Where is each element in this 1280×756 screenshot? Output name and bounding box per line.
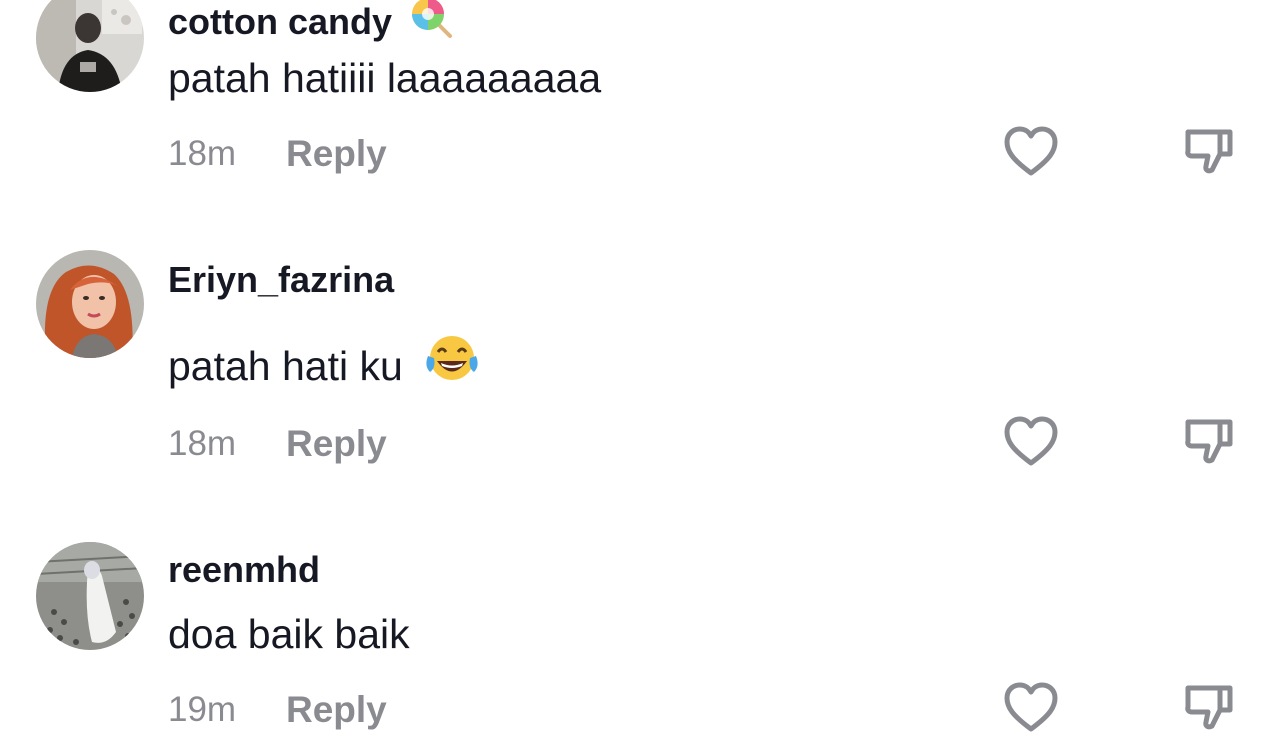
- comment-username[interactable]: Eriyn_fazrina: [168, 260, 394, 300]
- avatar[interactable]: [36, 542, 144, 650]
- tears-of-joy-emoji: [424, 334, 480, 396]
- avatar[interactable]: [36, 250, 144, 358]
- comment-username[interactable]: cotton candy: [168, 0, 454, 48]
- heart-outline-icon[interactable]: [1002, 124, 1060, 178]
- heart-outline-icon[interactable]: [1002, 414, 1060, 468]
- comment-time: 18m: [168, 134, 237, 173]
- comment-text: doa baik baik: [168, 611, 410, 657]
- reply-button[interactable]: Reply: [286, 690, 387, 730]
- comments-list: cotton candy patah hatiiii laaaaaaaaa 18…: [0, 0, 1280, 756]
- avatar[interactable]: [36, 0, 144, 92]
- lollipop-emoji: [408, 0, 454, 48]
- thumbs-down-outline-icon[interactable]: [1182, 414, 1236, 468]
- comment-time: 18m: [168, 424, 237, 463]
- comment-username[interactable]: reenmhd: [168, 550, 320, 590]
- reply-button[interactable]: Reply: [286, 424, 387, 464]
- thumbs-down-outline-icon[interactable]: [1182, 124, 1236, 178]
- comment-time: 19m: [168, 690, 237, 729]
- reply-button[interactable]: Reply: [286, 134, 387, 174]
- thumbs-down-outline-icon[interactable]: [1182, 680, 1236, 734]
- heart-outline-icon[interactable]: [1002, 680, 1060, 734]
- comment-text: patah hati ku: [168, 334, 480, 396]
- comment-text: patah hatiiii laaaaaaaaa: [168, 55, 602, 101]
